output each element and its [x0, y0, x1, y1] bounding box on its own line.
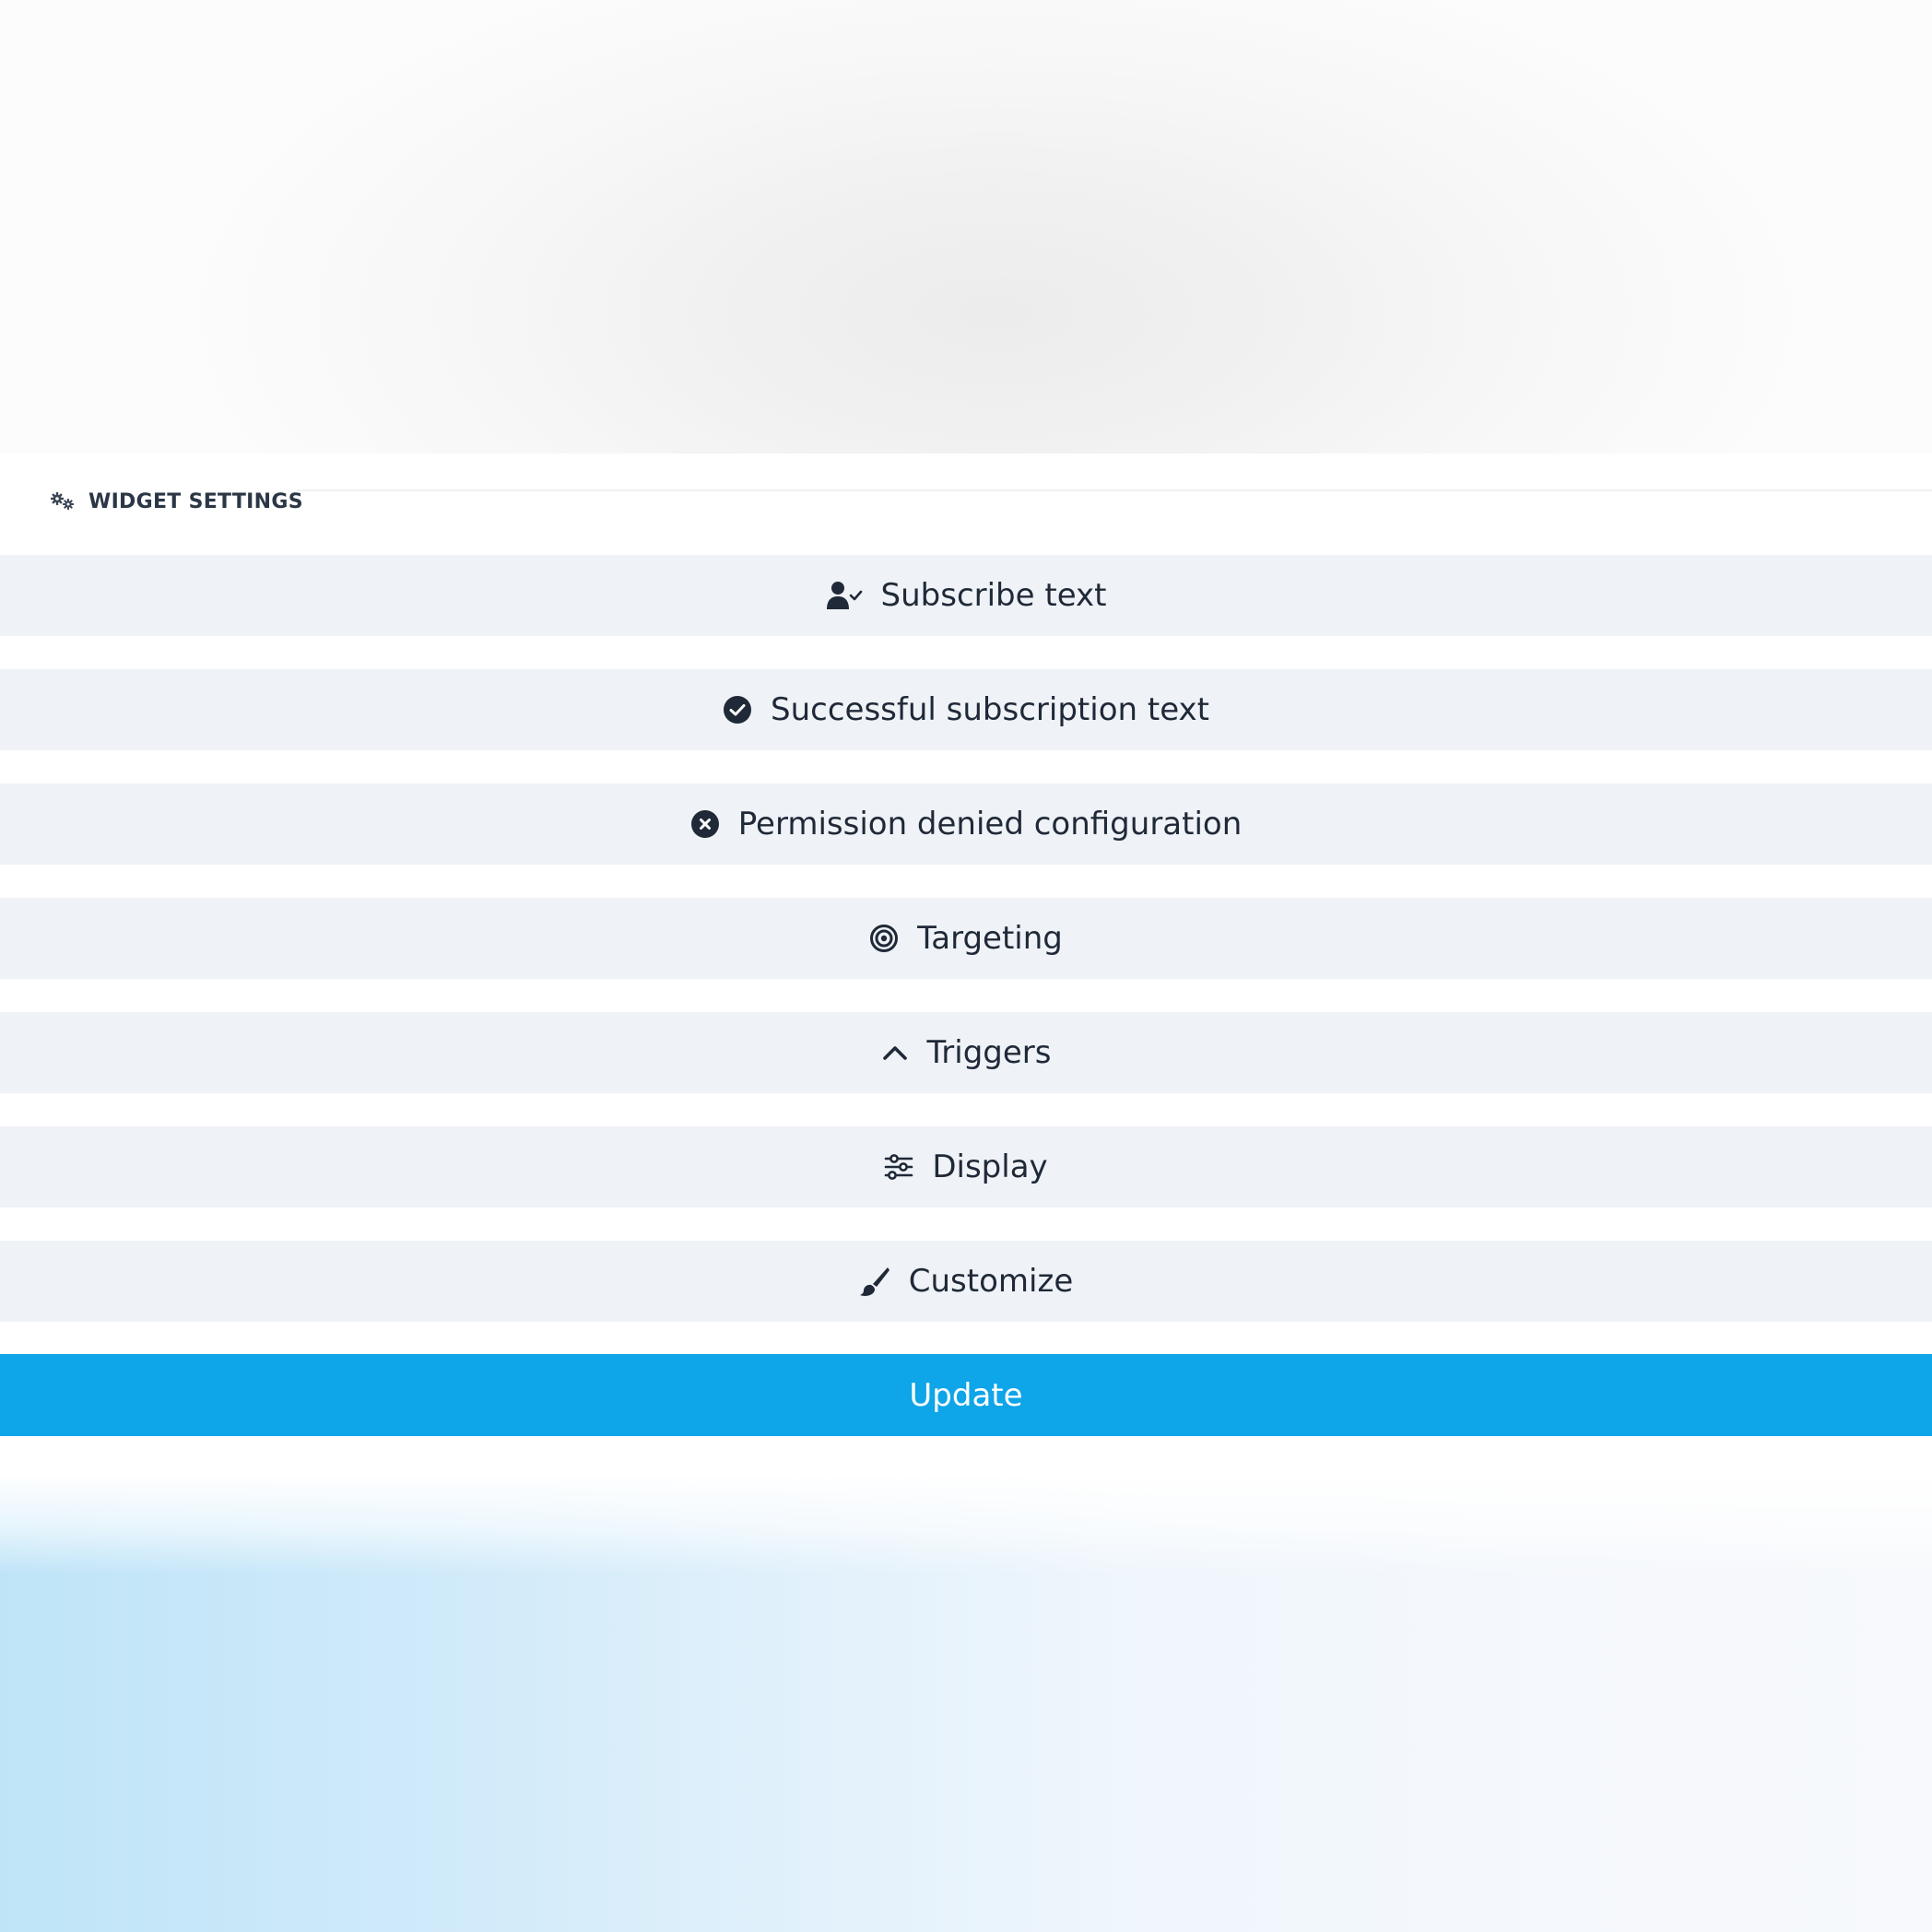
section-targeting[interactable]: Targeting	[0, 898, 1932, 979]
section-label: Triggers	[926, 1034, 1052, 1071]
section-label: Successful subscription text	[771, 691, 1209, 728]
header-divider	[297, 489, 1932, 491]
panel-header: WIDGET SETTINGS	[50, 483, 303, 520]
section-customize[interactable]: Customize	[0, 1241, 1932, 1322]
app-window: WIDGET SETTINGS Subscribe text Successfu…	[0, 0, 1932, 1932]
page-background-top	[0, 0, 1932, 454]
section-subscribe-text[interactable]: Subscribe text	[0, 555, 1932, 636]
x-circle-icon	[690, 809, 720, 839]
section-label: Subscribe text	[880, 577, 1107, 614]
paint-brush-icon	[859, 1266, 890, 1297]
section-label: Targeting	[917, 920, 1063, 957]
section-label: Display	[932, 1149, 1048, 1185]
page-background-bottom	[0, 1473, 1932, 1932]
section-triggers[interactable]: Triggers	[0, 1012, 1932, 1093]
section-label: Customize	[908, 1263, 1074, 1300]
update-button[interactable]: Update	[0, 1354, 1932, 1436]
cogs-icon	[50, 491, 76, 512]
user-check-icon	[826, 580, 863, 611]
chevron-up-icon	[881, 1043, 909, 1063]
section-display[interactable]: Display	[0, 1126, 1932, 1208]
section-permission-denied-configuration[interactable]: Permission denied configuration	[0, 783, 1932, 865]
sliders-icon	[884, 1152, 913, 1182]
target-icon	[869, 924, 899, 953]
panel-title: WIDGET SETTINGS	[88, 489, 303, 513]
section-label: Permission denied configuration	[737, 806, 1243, 842]
check-circle-icon	[723, 695, 752, 724]
section-successful-subscription-text[interactable]: Successful subscription text	[0, 669, 1932, 750]
